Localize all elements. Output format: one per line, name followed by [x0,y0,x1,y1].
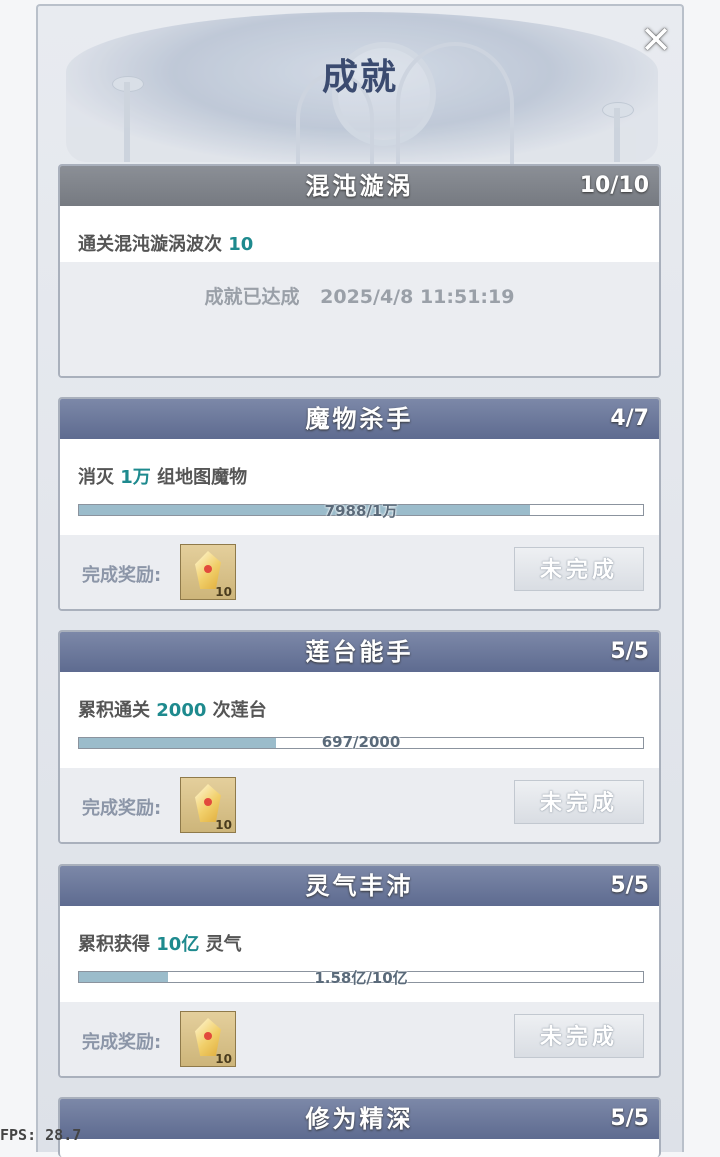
card-count: 4/7 [610,406,649,431]
card-count: 5/5 [610,873,649,898]
progress-text: 1.58亿/10亿 [314,969,408,987]
reward-quantity: 10 [215,585,232,599]
progress-text: 7988/1万 [324,502,398,520]
reward-label: 完成奖励: [82,798,162,819]
reward-quantity: 10 [215,1052,232,1066]
card-description: 通关混沌漩涡波次 10 [78,230,253,256]
incomplete-button[interactable]: 未完成 [514,780,644,824]
progress-bar: 7988/1万 [78,502,644,520]
crystal-icon [195,551,221,589]
desc-value: 1万 [120,467,151,488]
pillar-ornament [614,108,620,162]
achievement-card-spirit-abundance: 灵气丰沛 5/5 累积获得 10亿 灵气 1.58亿/10亿 完成奖励: 10 … [58,864,661,1078]
card-title: 修为精深 [305,1104,414,1133]
page-title: 成就 [321,56,398,98]
card-description: 消灭 1万 组地图魔物 [78,463,247,489]
desc-value: 10亿 [156,934,200,955]
desc-text: 组地图魔物 [157,467,248,488]
pillar-ornament [124,82,130,162]
card-header: 魔物杀手 4/7 [60,399,659,439]
card-header: 莲台能手 5/5 [60,632,659,672]
desc-text: 通关混沌漩涡波次 [78,234,222,255]
reward-row: 完成奖励: 10 未完成 [60,535,659,609]
reward-row: 完成奖励: 10 未完成 [60,768,659,842]
fps-counter: FPS: 28.7 [0,1126,82,1144]
achievement-card-chaos-vortex: 混沌漩涡 10/10 通关混沌漩涡波次 10 成就已达成 2025/4/8 11… [58,164,661,378]
desc-value: 2000 [156,700,207,721]
reward-label: 完成奖励: [82,1032,162,1053]
card-description: 累积获得 10亿 灵气 [78,930,242,956]
card-description: 累积通关 2000 次莲台 [78,696,267,722]
progress-bar: 1.58亿/10亿 [78,969,644,987]
incomplete-button[interactable]: 未完成 [514,547,644,591]
reward-row: 完成奖励: 10 未完成 [60,1002,659,1076]
desc-text: 次莲台 [212,700,267,721]
desc-value: 10 [228,234,254,255]
card-header: 灵气丰沛 5/5 [60,866,659,906]
achievement-card-lotus-master: 莲台能手 5/5 累积通关 2000 次莲台 697/2000 完成奖励: 10… [58,630,661,844]
completed-status: 成就已达成 2025/4/8 11:51:19 [60,262,659,376]
card-count: 5/5 [610,1106,649,1131]
desc-text: 灵气 [205,934,242,955]
achievement-card-monster-slayer: 魔物杀手 4/7 消灭 1万 组地图魔物 7988/1万 完成奖励: 10 未完… [58,397,661,611]
card-header: 混沌漩涡 10/10 [60,166,659,206]
desc-text: 消灭 [78,467,114,488]
progress-text: 697/2000 [321,733,401,751]
completed-label: 成就已达成 [204,286,300,308]
reward-label: 完成奖励: [82,565,162,586]
reward-item[interactable]: 10 [180,544,236,600]
desc-text: 累积获得 [78,934,150,955]
progress-bar: 697/2000 [78,733,644,751]
achievement-card-cultivation: 修为精深 5/5 [58,1097,661,1157]
card-title: 魔物杀手 [305,404,414,433]
reward-item[interactable]: 10 [180,1011,236,1067]
card-count: 10/10 [579,173,649,198]
card-title: 灵气丰沛 [305,871,414,900]
desc-text: 累积通关 [78,700,150,721]
completed-time: 2025/4/8 11:51:19 [320,286,515,308]
card-title: 混沌漩涡 [305,171,414,200]
incomplete-button[interactable]: 未完成 [514,1014,644,1058]
crystal-icon [195,1018,221,1056]
reward-item[interactable]: 10 [180,777,236,833]
crystal-icon [195,784,221,822]
card-count: 5/5 [610,639,649,664]
card-header: 修为精深 5/5 [60,1099,659,1139]
close-icon[interactable]: ✕ [636,20,676,60]
reward-quantity: 10 [215,818,232,832]
card-title: 莲台能手 [305,637,414,666]
